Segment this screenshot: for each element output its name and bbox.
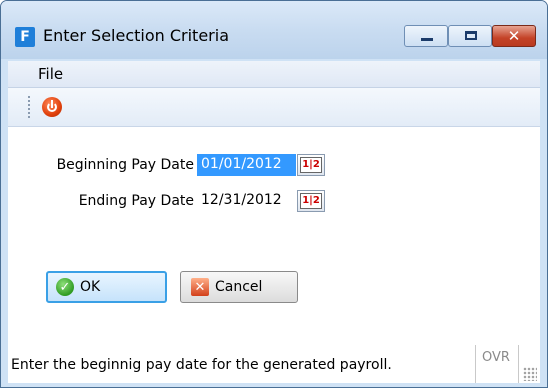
power-icon[interactable]	[42, 97, 62, 117]
ending-pay-date-label: Ending Pay Date	[78, 193, 194, 209]
minimize-button[interactable]	[404, 25, 448, 47]
dialog-window: F Enter Selection Criteria ✕ File Beginn…	[0, 0, 548, 388]
menu-bar: File	[8, 61, 540, 88]
maximize-button[interactable]	[448, 25, 492, 47]
resize-grip-icon[interactable]	[523, 367, 537, 381]
minimize-icon	[421, 38, 433, 41]
maximize-icon	[465, 31, 477, 40]
status-message: Enter the beginnig pay date for the gene…	[11, 357, 392, 373]
menu-file[interactable]: File	[38, 65, 63, 83]
ok-button[interactable]: ✓ OK	[46, 271, 167, 303]
cancel-button-label: Cancel	[215, 279, 263, 295]
overwrite-mode-indicator: OVR	[482, 350, 510, 365]
close-button[interactable]: ✕	[492, 25, 536, 47]
ok-button-label: OK	[80, 279, 101, 295]
beginning-calendar-button[interactable]: 1|2	[297, 154, 325, 176]
status-divider	[475, 345, 476, 383]
toolbar-grip[interactable]	[28, 96, 32, 118]
status-bar: Enter the beginnig pay date for the gene…	[8, 345, 540, 383]
status-divider	[518, 345, 519, 383]
calendar-icon: 1|2	[300, 193, 322, 209]
beginning-pay-date-label: Beginning Pay Date	[56, 157, 194, 173]
check-icon: ✓	[56, 278, 74, 296]
ending-calendar-button[interactable]: 1|2	[297, 190, 325, 212]
toolbar	[8, 88, 540, 127]
cancel-button[interactable]: ✕ Cancel	[180, 271, 298, 303]
beginning-pay-date-input[interactable]: 01/01/2012	[197, 154, 296, 176]
app-logo-icon: F	[15, 27, 35, 47]
cancel-x-icon: ✕	[191, 278, 209, 296]
title-bar[interactable]: F Enter Selection Criteria ✕	[1, 1, 547, 59]
ending-pay-date-input[interactable]: 12/31/2012	[197, 190, 296, 212]
calendar-icon: 1|2	[300, 157, 322, 173]
close-icon: ✕	[507, 27, 521, 45]
window-title: Enter Selection Criteria	[43, 26, 229, 45]
